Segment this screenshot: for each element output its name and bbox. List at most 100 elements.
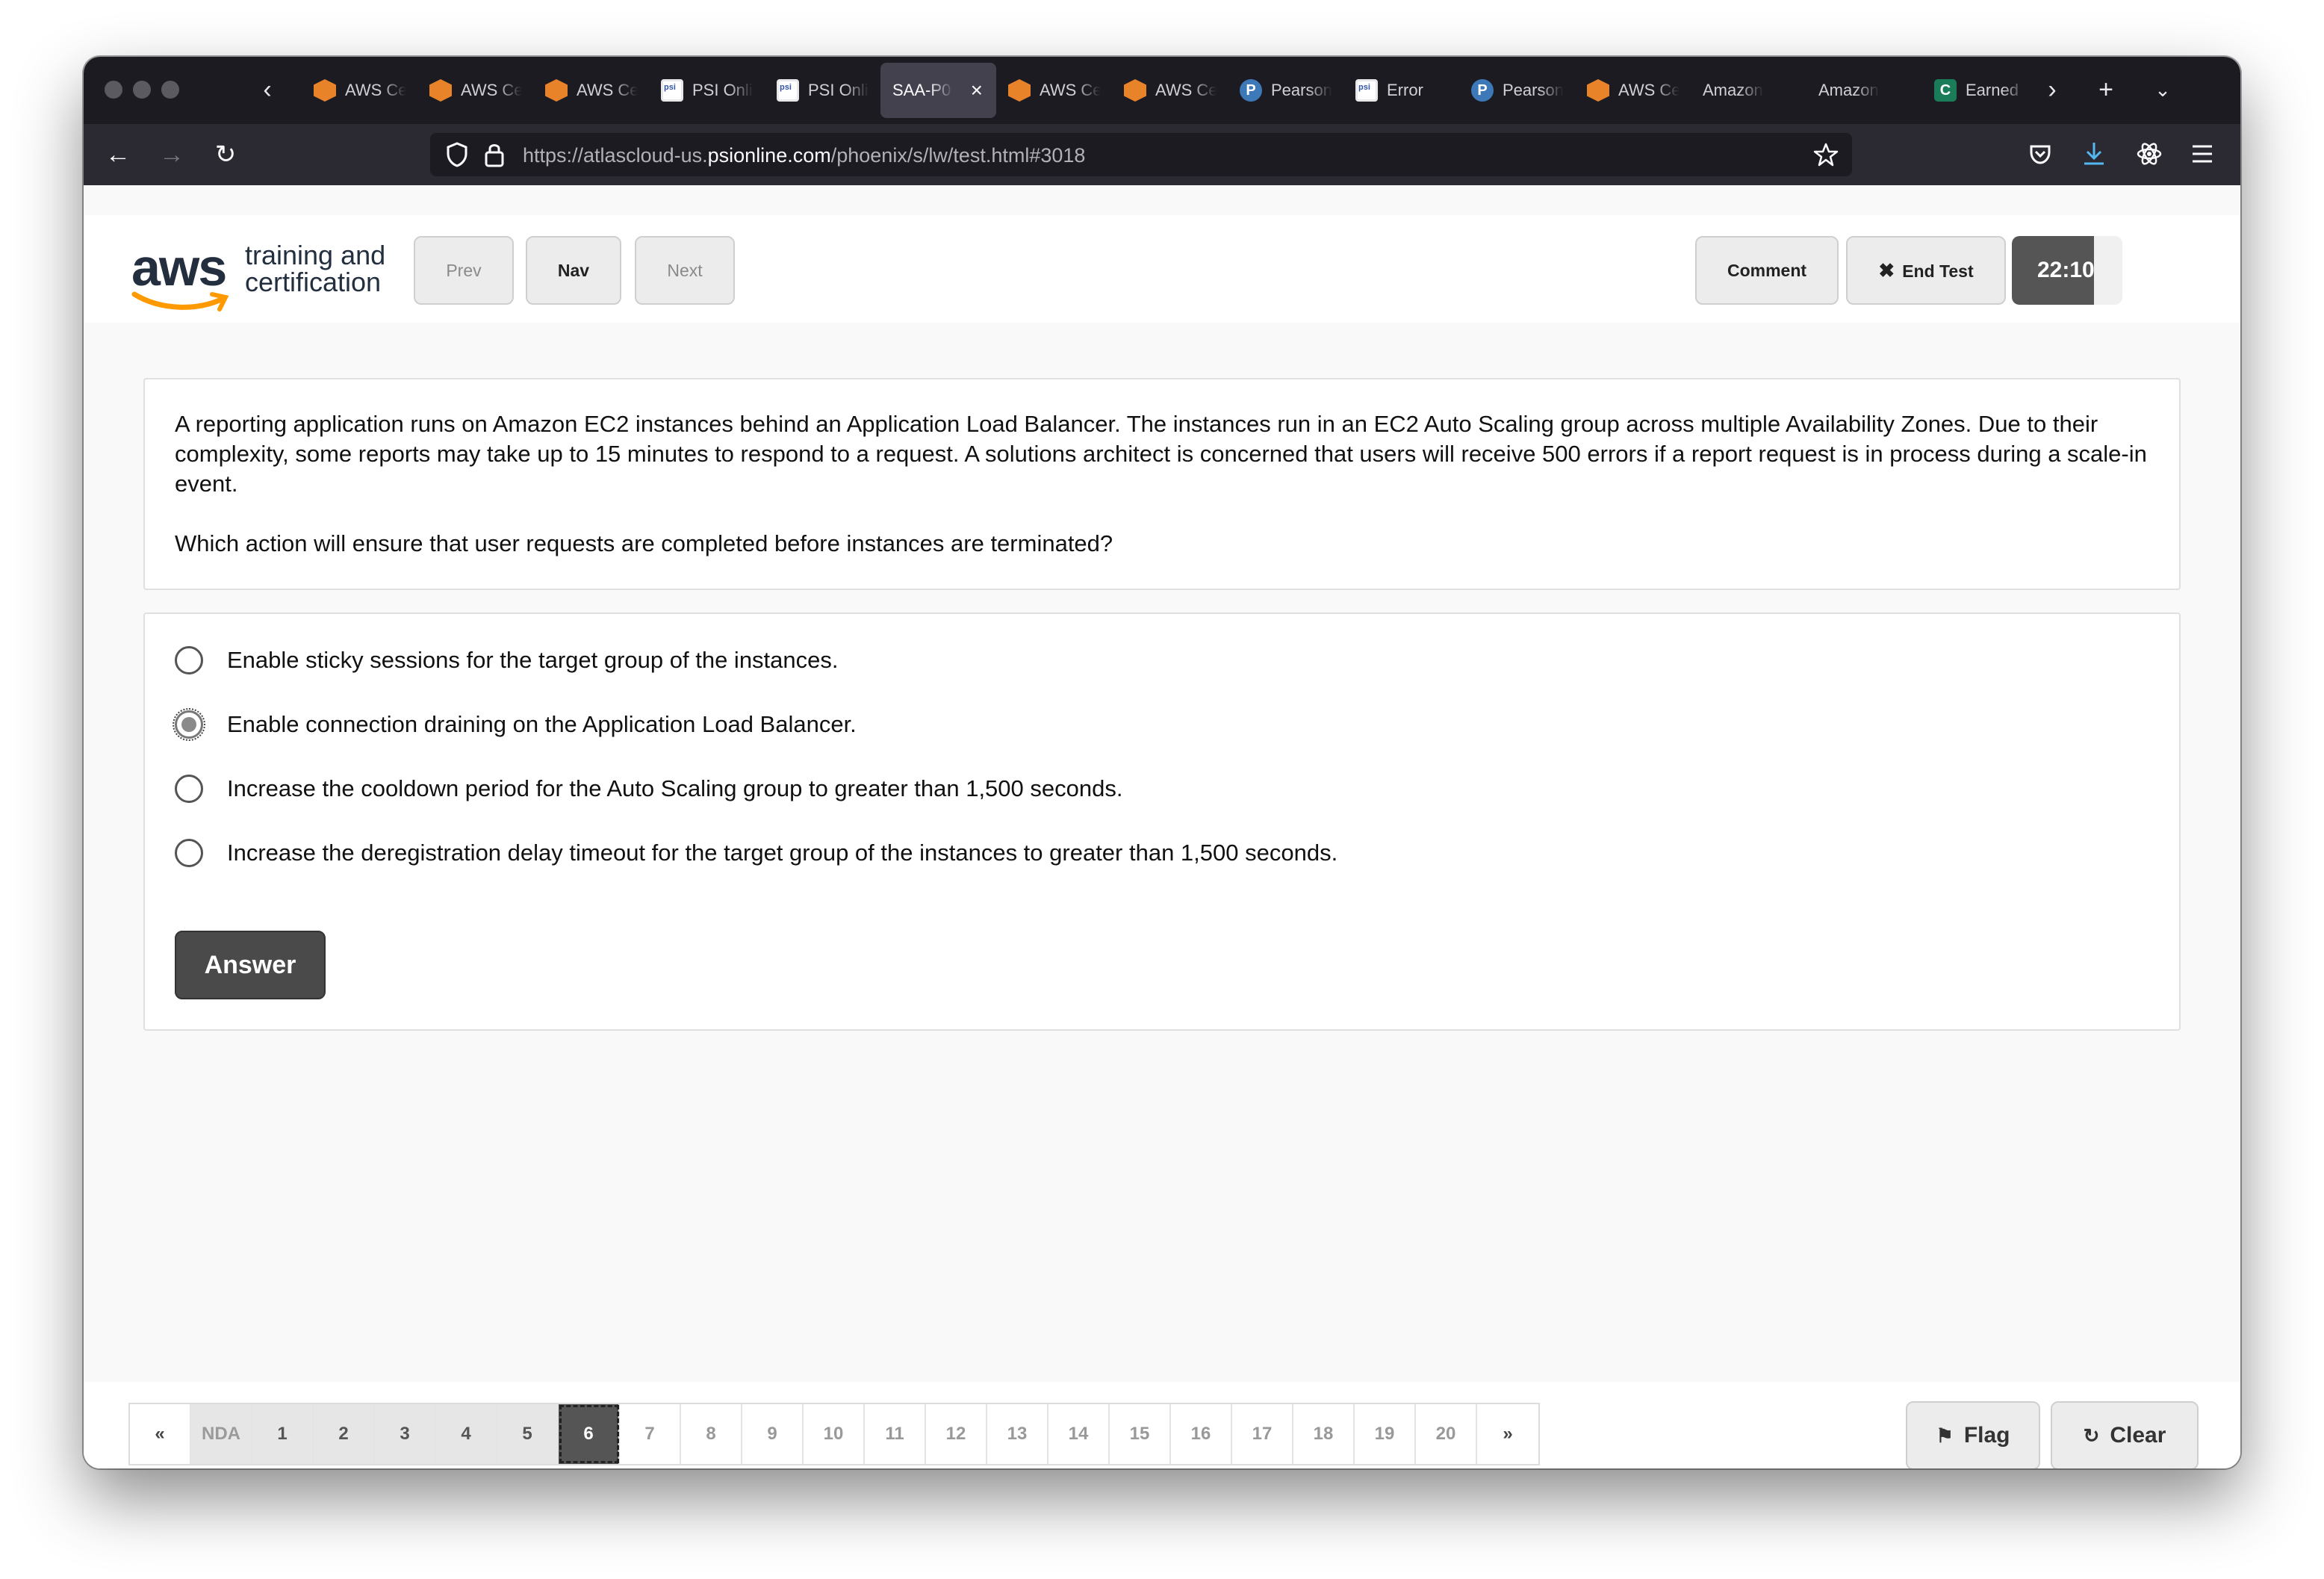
tab-scroll-right-icon[interactable]: › — [2036, 73, 2069, 106]
answer-button[interactable]: Answer — [175, 931, 326, 999]
menu-icon[interactable] — [2191, 143, 2213, 164]
credly-icon: C — [1934, 79, 1957, 102]
pearson-icon: P — [1240, 79, 1262, 102]
pager-item-20[interactable]: 20 — [1416, 1404, 1477, 1464]
browser-tab[interactable]: Amazon - — [1806, 63, 1922, 118]
browser-tab[interactable]: Error — [1343, 63, 1459, 118]
pearson-icon: P — [1471, 79, 1494, 102]
tab-title: PSI Online — [692, 81, 754, 99]
downloads-icon[interactable] — [2082, 140, 2106, 167]
pager-item-1[interactable]: 1 — [252, 1404, 314, 1464]
close-tab-icon[interactable]: × — [971, 78, 983, 102]
exam-page: aws training and certification Prev Nav … — [84, 185, 2240, 1468]
psi-icon — [1355, 79, 1378, 102]
browser-tab[interactable]: Amazon - — [1691, 63, 1806, 118]
address-bar[interactable]: https://atlascloud-us.psionline.com/phoe… — [430, 133, 1852, 176]
shield-icon[interactable] — [447, 142, 467, 167]
browser-tab[interactable]: PSI Online — [765, 63, 880, 118]
logo-tagline: training and certification — [245, 242, 385, 296]
browser-tab[interactable]: AWS Certified — [1575, 63, 1691, 118]
nav-button[interactable]: Nav — [526, 236, 621, 305]
tab-title: AWS Certified — [1040, 81, 1101, 99]
option-label[interactable]: Enable connection draining on the Applic… — [227, 711, 857, 738]
forward-icon[interactable]: → — [155, 138, 188, 171]
pager-item-15[interactable]: 15 — [1110, 1404, 1171, 1464]
pager-item-5[interactable]: 5 — [497, 1404, 559, 1464]
answer-option-d[interactable]: Increase the deregistration delay timeou… — [175, 837, 1337, 869]
pager-item-18[interactable]: 18 — [1293, 1404, 1355, 1464]
pager-item-17[interactable]: 17 — [1232, 1404, 1293, 1464]
radio-button[interactable] — [175, 646, 203, 674]
prev-button[interactable]: Prev — [414, 236, 514, 305]
browser-tab[interactable]: AWS Certified — [417, 63, 533, 118]
option-label[interactable]: Increase the deregistration delay timeou… — [227, 840, 1337, 866]
url-text[interactable]: https://atlascloud-us.psionline.com/phoe… — [523, 144, 1085, 167]
option-label[interactable]: Enable sticky sessions for the target gr… — [227, 647, 839, 674]
tab-scroll-left-icon[interactable]: ‹ — [251, 73, 284, 106]
question-prompt: Which action will ensure that user reque… — [175, 530, 1113, 556]
pager-last-button[interactable]: » — [1477, 1404, 1538, 1464]
extension-react-icon[interactable] — [2136, 140, 2163, 167]
tab-title: AWS Certified — [461, 81, 522, 99]
next-button[interactable]: Next — [635, 236, 735, 305]
pager-item-11[interactable]: 11 — [865, 1404, 926, 1464]
clear-button[interactable]: ↻ Clear — [2051, 1401, 2199, 1468]
pocket-icon[interactable] — [2028, 142, 2052, 166]
aws-smile-icon — [131, 291, 229, 311]
pager-item-19[interactable]: 19 — [1355, 1404, 1416, 1464]
refresh-icon: ↻ — [2083, 1424, 2100, 1447]
psi-icon — [661, 79, 683, 102]
browser-tab[interactable]: AWS Certified — [996, 63, 1112, 118]
flag-button[interactable]: ⚑ Flag — [1906, 1401, 2040, 1468]
pager-item-16[interactable]: 16 — [1171, 1404, 1232, 1464]
bookmark-star-icon[interactable] — [1813, 142, 1839, 167]
reload-icon[interactable]: ↻ — [209, 138, 242, 171]
pager-item-6[interactable]: 6 — [559, 1404, 620, 1464]
aws-logo-word: aws — [131, 238, 227, 297]
pager-item-4[interactable]: 4 — [436, 1404, 497, 1464]
radio-button[interactable] — [175, 775, 203, 803]
browser-tab[interactable]: AWS Certified — [533, 63, 649, 118]
pager-item-3[interactable]: 3 — [375, 1404, 436, 1464]
browser-tab[interactable]: C Earned — [1922, 63, 2038, 118]
zoom-window-dot[interactable] — [161, 81, 179, 99]
radio-button[interactable] — [175, 839, 203, 867]
radio-button-selected[interactable] — [173, 708, 205, 741]
tab-title: Earned — [1966, 81, 2019, 99]
browser-tab[interactable]: P Pearson — [1228, 63, 1343, 118]
exam-header: aws training and certification Prev Nav … — [84, 215, 2240, 323]
browser-tab[interactable]: P Pearson — [1459, 63, 1575, 118]
pager-item-nda[interactable]: NDA — [191, 1404, 252, 1464]
pager-item-2[interactable]: 2 — [314, 1404, 375, 1464]
pager-item-14[interactable]: 14 — [1048, 1404, 1110, 1464]
tab-strip: ‹ AWS Certified AWS Certified AWS Certifie… — [84, 57, 2240, 124]
tab-title: Pearson — [1503, 81, 1564, 99]
pager-item-10[interactable]: 10 — [804, 1404, 865, 1464]
new-tab-icon[interactable]: + — [2090, 73, 2122, 106]
browser-tab[interactable]: AWS Certified — [1112, 63, 1228, 118]
option-label[interactable]: Increase the cooldown period for the Aut… — [227, 775, 1122, 802]
aws-icon — [1008, 79, 1031, 102]
browser-tab[interactable]: SAA-P0 × — [880, 63, 996, 118]
pager-item-9[interactable]: 9 — [742, 1404, 804, 1464]
browser-tab[interactable]: AWS Certified — [302, 63, 417, 118]
exam-footer: «NDA 1 2 3 4 5 6 7 8 9 10 11 12 13 14 15 16 17 18 19 20» ⚑ Fl… — [84, 1382, 2240, 1468]
answer-option-c[interactable]: Increase the cooldown period for the Aut… — [175, 772, 1122, 805]
timer-text: 22:10 — [2012, 236, 2095, 305]
list-all-tabs-icon[interactable]: ⌄ — [2146, 73, 2179, 106]
answer-option-b[interactable]: Enable connection draining on the Applic… — [173, 708, 857, 741]
answer-option-a[interactable]: Enable sticky sessions for the target gr… — [175, 644, 839, 677]
browser-window: ‹ AWS Certified AWS Certified AWS Certifie… — [84, 57, 2240, 1468]
pager-item-7[interactable]: 7 — [620, 1404, 681, 1464]
pager-item-8[interactable]: 8 — [681, 1404, 742, 1464]
pager-first-button[interactable]: « — [130, 1404, 191, 1464]
end-test-button[interactable]: ✖ End Test — [1846, 236, 2006, 305]
browser-tab[interactable]: PSI Online — [649, 63, 765, 118]
pager-item-12[interactable]: 12 — [926, 1404, 987, 1464]
lock-icon[interactable] — [484, 142, 505, 167]
minimize-window-dot[interactable] — [133, 81, 151, 99]
close-window-dot[interactable] — [105, 81, 122, 99]
comment-button[interactable]: Comment — [1695, 236, 1839, 305]
pager-item-13[interactable]: 13 — [987, 1404, 1048, 1464]
back-icon[interactable]: ← — [102, 138, 134, 171]
